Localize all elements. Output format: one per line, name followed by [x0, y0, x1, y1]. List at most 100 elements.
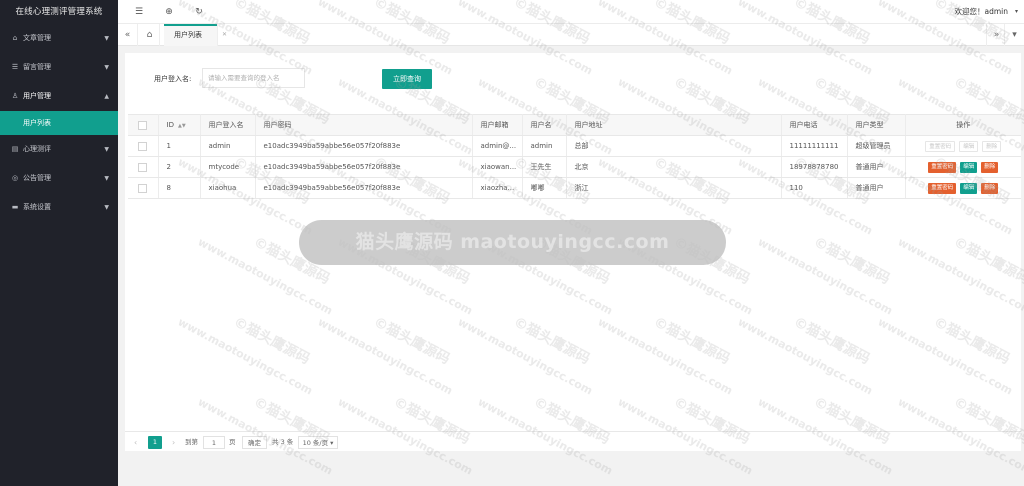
cell-phone: 18978878780 — [781, 156, 848, 178]
user-chevron-down-icon[interactable]: ▾ — [1015, 0, 1018, 24]
reset-password-button[interactable]: 重置密码 — [925, 140, 956, 152]
cell-id: 1 — [158, 135, 201, 157]
column-header-password: 用户密码 — [255, 114, 473, 136]
search-button[interactable]: 立即查询 — [382, 69, 432, 89]
goto-label: 到第 — [185, 438, 198, 446]
tabs-bar: « ⌂ 用户列表 ✕ » ▾ — [118, 24, 1024, 46]
delete-button[interactable]: 删除 — [981, 182, 999, 194]
login-name-search-input[interactable] — [202, 68, 305, 88]
sidebar-item-label: 留言管理 — [23, 63, 51, 71]
goto-confirm-button[interactable]: 确定 — [242, 436, 267, 449]
cell-address: 总部 — [566, 135, 782, 157]
cell-phone: 110 — [781, 177, 848, 199]
tabs-prev-icon[interactable]: « — [118, 24, 138, 46]
test-icon: ▤ — [11, 145, 19, 153]
cell-type: 普通用户 — [847, 177, 906, 199]
cell-password: e10adc3949ba59abbe56e057f20f883e — [255, 156, 473, 178]
row-checkbox[interactable] — [128, 177, 159, 199]
edit-button[interactable]: 编辑 — [960, 182, 978, 194]
chevron-up-icon: ▲ — [104, 93, 109, 100]
table-row: 1 admin e10adc3949ba59abbe56e057f20f883e ad… — [128, 135, 1021, 157]
chevron-down-icon: ▼ — [104, 204, 109, 211]
tabs-next-icon[interactable]: » — [986, 24, 1006, 46]
table-header-row: ID ▲▼ 用户登入名 用户密码 用户邮箱 用户名 用户地址 用户电话 用户类型 … — [128, 114, 1021, 136]
prev-page-icon[interactable]: ‹ — [134, 436, 137, 449]
tab-user-list[interactable]: 用户列表 — [164, 24, 218, 46]
top-header: ☰ ⊕ ↻ 欢迎您！admin ▾ — [118, 0, 1024, 24]
next-page-icon[interactable]: › — [172, 436, 175, 449]
edit-button[interactable]: 编辑 — [960, 161, 978, 173]
chevron-down-icon: ▼ — [104, 146, 109, 153]
column-header-email: 用户邮箱 — [472, 114, 523, 136]
cell-password: e10adc3949ba59abbe56e057f20f883e — [255, 177, 473, 199]
home-icon[interactable]: ⌂ — [140, 24, 160, 46]
sidebar-subitem-user-list[interactable]: 用户列表 — [0, 111, 118, 135]
tab-close-icon[interactable]: ✕ — [222, 24, 227, 46]
sort-icon: ▲▼ — [177, 123, 186, 129]
table-row: 2 mtycode e10adc3949ba59abbe56e057f20f883e… — [128, 156, 1021, 178]
column-header-phone: 用户电话 — [781, 114, 848, 136]
row-checkbox[interactable] — [128, 135, 159, 157]
page-unit-label: 页 — [229, 438, 236, 446]
sidebar-item-0[interactable]: ⌂ 文章管理 ▼ — [0, 24, 118, 53]
cell-address: 浙江 — [566, 177, 782, 199]
sidebar-item-4[interactable]: ◎ 公告管理 ▼ — [0, 164, 118, 193]
cell-email: xiaowan... — [472, 156, 523, 178]
book-icon: ⌂ — [12, 34, 18, 42]
delete-button[interactable]: 删除 — [982, 140, 1002, 152]
sidebar-item-3[interactable]: ▤ 心理测评 ▼ — [0, 135, 118, 164]
row-actions: 重置密码 编辑 删除 — [905, 156, 1021, 178]
chevron-down-icon: ▼ — [104, 64, 109, 71]
reset-password-button[interactable]: 重置密码 — [928, 161, 957, 173]
cell-email: admin@... — [472, 135, 523, 157]
settings-icon: ▬ — [11, 203, 19, 211]
search-bar: 用户登入名: 立即查询 — [125, 53, 1021, 107]
chevron-down-icon: ▼ — [104, 175, 109, 182]
cell-login: admin — [200, 135, 256, 157]
menu-toggle-icon[interactable]: ☰ — [130, 0, 148, 24]
cell-id: 2 — [158, 156, 201, 178]
edit-button[interactable]: 编辑 — [959, 140, 979, 152]
tabs-menu-chevron-icon[interactable]: ▾ — [1004, 24, 1024, 46]
column-header-id[interactable]: ID ▲▼ — [158, 114, 201, 136]
message-icon: ☰ — [11, 63, 19, 71]
column-header-address: 用户地址 — [566, 114, 782, 136]
sidebar-item-1[interactable]: ☰ 留言管理 ▼ — [0, 53, 118, 82]
sidebar-submenu: 用户列表 — [0, 111, 118, 135]
refresh-icon[interactable]: ↻ — [190, 0, 208, 24]
app-title: 在线心理测评管理系统 — [15, 7, 103, 17]
row-checkbox[interactable] — [128, 156, 159, 178]
sidebar-item-2[interactable]: ♙ 用户管理 ▲ — [0, 82, 118, 111]
footer-area — [118, 455, 1024, 486]
cell-email: xiaozha... — [472, 177, 523, 199]
goto-page-input[interactable]: 1 — [203, 436, 225, 449]
sidebar-item-5[interactable]: ▬ 系统设置 ▼ — [0, 193, 118, 222]
cell-type: 超级管理员 — [847, 135, 906, 157]
reset-password-button[interactable]: 重置密码 — [928, 182, 957, 194]
globe-icon[interactable]: ⊕ — [160, 0, 178, 24]
cell-address: 北京 — [566, 156, 782, 178]
welcome-user[interactable]: 欢迎您！admin — [955, 0, 1009, 24]
chevron-down-icon: ▼ — [104, 35, 109, 42]
user-table: ID ▲▼ 用户登入名 用户密码 用户邮箱 用户名 用户地址 用户电话 用户类型 … — [128, 114, 1021, 199]
page-size-select[interactable]: 10 条/页 ▾ — [298, 436, 338, 449]
row-actions: 重置密码 编辑 删除 — [905, 177, 1021, 199]
sidebar-item-label: 用户管理 — [23, 92, 51, 100]
column-header-login: 用户登入名 — [200, 114, 256, 136]
cell-password: e10adc3949ba59abbe56e057f20f883e — [255, 135, 473, 157]
cell-login: xiaohua — [200, 177, 256, 199]
notice-icon: ◎ — [11, 174, 19, 182]
cell-name: 嘟嘟 — [522, 177, 567, 199]
pagination: ‹ 1 › 到第 1 页 确定 共 3 条 10 条/页 ▾ — [125, 431, 1021, 451]
cell-login: mtycode — [200, 156, 256, 178]
sidebar-menu: ⌂ 文章管理 ▼ ☰ 留言管理 ▼ ♙ 用户管理 ▲ 用户列表 ▤ 心理测评 ▼ ◎ 公告管理 ▼ ▬ 系统设置 ▼ — [0, 24, 118, 222]
cell-name: admin — [522, 135, 567, 157]
cell-id: 8 — [158, 177, 201, 199]
table-row: 8 xiaohua e10adc3949ba59abbe56e057f20f883e… — [128, 177, 1021, 199]
delete-button[interactable]: 删除 — [981, 161, 999, 173]
sidebar-item-label: 系统设置 — [23, 203, 51, 211]
current-page[interactable]: 1 — [148, 436, 162, 449]
select-all-checkbox[interactable] — [128, 114, 159, 136]
sidebar-item-label: 公告管理 — [23, 174, 51, 182]
column-header-name: 用户名 — [522, 114, 567, 136]
